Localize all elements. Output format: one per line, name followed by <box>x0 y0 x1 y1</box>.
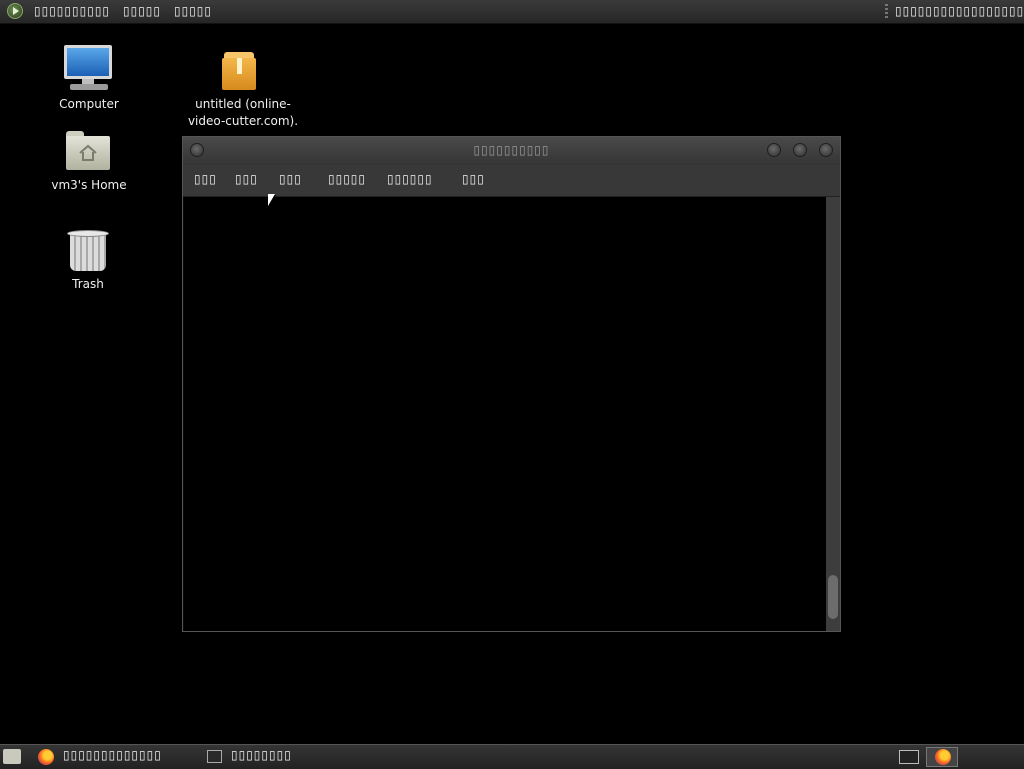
mouse-cursor-icon <box>268 194 275 206</box>
house-icon <box>79 144 97 161</box>
menu-file[interactable]: ▯▯▯ <box>194 172 217 186</box>
top-menu-applications[interactable]: ▯▯▯▯▯▯▯▯▯▯ <box>34 3 110 19</box>
window-menubar: ▯▯▯ ▯▯▯ ▯▯▯ ▯▯▯▯▯ ▯▯▯▯▯▯ ▯▯▯ <box>183 165 840 197</box>
maximize-button[interactable] <box>793 143 807 157</box>
desktop-icon-label-line1: untitled (online- <box>195 97 291 111</box>
taskbar-item-browser[interactable]: ▯▯▯▯▯▯▯▯▯▯▯▯▯ <box>63 748 162 762</box>
desktop-icon-home[interactable]: vm3's Home <box>50 131 128 195</box>
panel-grip-handle[interactable] <box>885 4 888 19</box>
top-panel: ▯▯▯▯▯▯▯▯▯▯ ▯▯▯▯▯ ▯▯▯▯▯ ▯▯▯▯▯▯▯▯▯▯▯▯▯▯▯▯▯… <box>0 0 1024 24</box>
window-title: ▯▯▯▯▯▯▯▯▯▯ <box>473 143 550 157</box>
menu-logo-icon[interactable] <box>7 3 23 19</box>
desktop-icon-label: vm3's Home <box>51 178 127 192</box>
workspace-switcher-1[interactable] <box>899 750 919 764</box>
workspace-switcher-2[interactable] <box>926 747 958 767</box>
clock[interactable]: ▯▯▯▯▯▯▯▯▯▯▯▯▯▯▯▯▯▯ <box>895 3 1024 19</box>
computer-icon <box>64 45 112 79</box>
top-menu-places[interactable]: ▯▯▯▯▯ <box>123 3 161 19</box>
minimize-button[interactable] <box>767 143 781 157</box>
menu-terminal[interactable]: ▯▯▯▯▯▯ <box>387 172 433 186</box>
scrollbar-thumb[interactable] <box>828 575 838 619</box>
vertical-scrollbar[interactable] <box>826 197 840 631</box>
menu-search[interactable]: ▯▯▯▯▯ <box>328 172 366 186</box>
terminal-icon[interactable] <box>207 750 222 763</box>
menu-view[interactable]: ▯▯▯ <box>279 172 302 186</box>
application-window: ▯▯▯▯▯▯▯▯▯▯ ▯▯▯ ▯▯▯ ▯▯▯ ▯▯▯▯▯ ▯▯▯▯▯▯ ▯▯▯ <box>182 136 841 632</box>
desktop-icon-trash[interactable]: Trash <box>50 230 126 294</box>
desktop-icon-label: Trash <box>72 277 104 291</box>
desktop-icon-computer[interactable]: Computer <box>49 45 129 115</box>
firefox-icon[interactable] <box>38 749 54 765</box>
desktop-icon-untitled-file[interactable]: untitled (online- video-cutter.com). <box>186 52 300 134</box>
trash-icon <box>70 235 106 271</box>
window-titlebar[interactable]: ▯▯▯▯▯▯▯▯▯▯ <box>183 137 840 165</box>
menu-edit[interactable]: ▯▯▯ <box>235 172 258 186</box>
top-menu-system[interactable]: ▯▯▯▯▯ <box>174 3 212 19</box>
window-content-area[interactable] <box>184 197 826 631</box>
desktop-icon-label-line2: video-cutter.com). <box>187 114 299 128</box>
menu-help[interactable]: ▯▯▯ <box>462 172 485 186</box>
taskbar-item-terminal[interactable]: ▯▯▯▯▯▯▯▯ <box>231 748 292 762</box>
close-button[interactable] <box>819 143 833 157</box>
bottom-panel: ▯▯▯▯▯▯▯▯▯▯▯▯▯ ▯▯▯▯▯▯▯▯ <box>0 744 1024 769</box>
firefox-icon <box>935 749 951 765</box>
desktop-icon-label: Computer <box>59 97 119 111</box>
show-desktop-icon[interactable] <box>3 749 21 764</box>
